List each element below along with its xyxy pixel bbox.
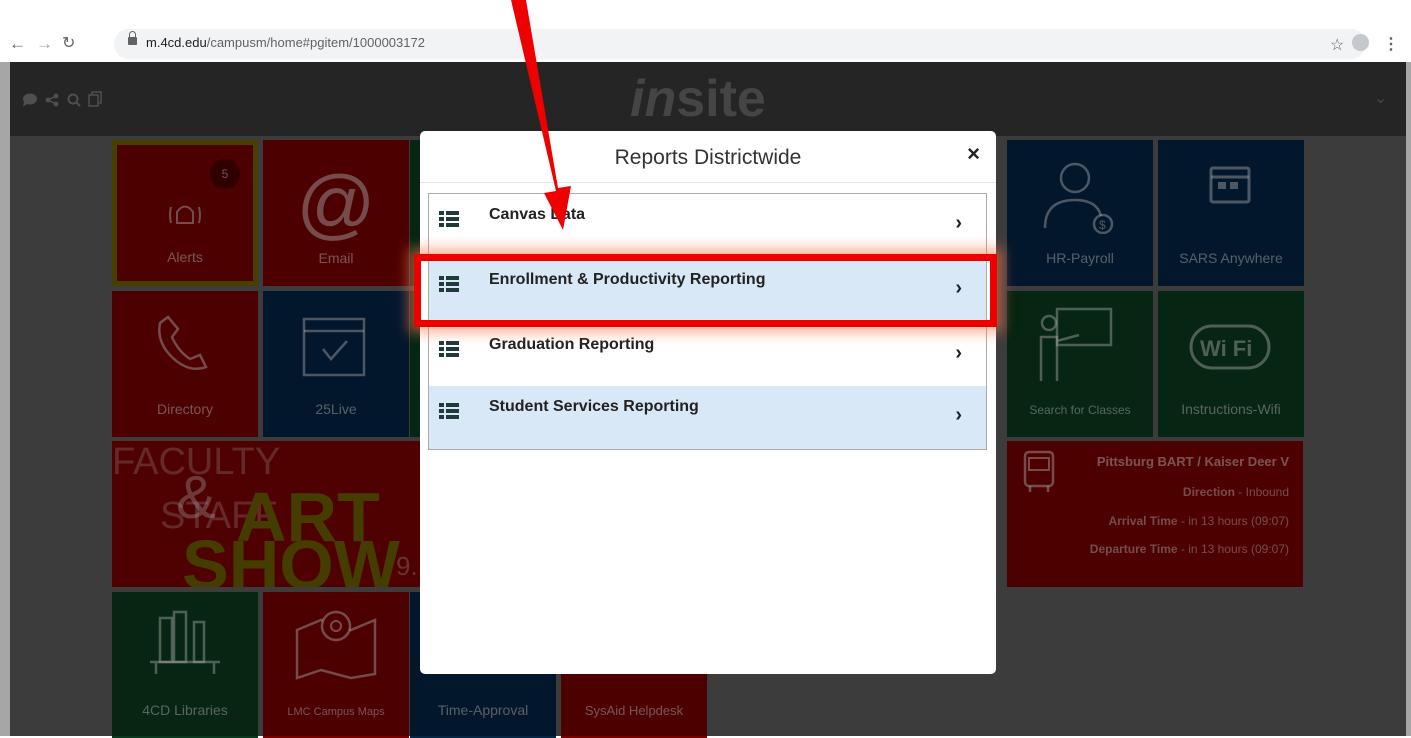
report-item-label: Student Services Reporting (489, 398, 699, 415)
forward-icon[interactable]: → (36, 33, 53, 55)
url-domain: m.4cd.edu (146, 35, 207, 50)
report-item-label: Canvas Data (489, 206, 586, 223)
url-path: /campusm/home#pgitem/1000003172 (206, 35, 425, 50)
reports-modal: Reports Districtwide × Canvas Data › Enr… (420, 131, 996, 674)
browser-menu-icon[interactable]: ⋮ (1383, 34, 1399, 54)
reload-icon[interactable]: ↻ (62, 33, 75, 55)
bookmark-star-icon[interactable]: ☆ (1330, 35, 1344, 55)
report-item-student-services[interactable]: Student Services Reporting › (429, 386, 986, 449)
chevron-right-icon: › (955, 342, 962, 364)
report-item-graduation[interactable]: Graduation Reporting › (429, 324, 986, 388)
list-icon (439, 211, 459, 227)
highlight-box (414, 254, 997, 327)
lock-icon[interactable] (128, 31, 137, 45)
report-item-canvas-data[interactable]: Canvas Data › (429, 194, 986, 258)
close-icon[interactable]: × (967, 141, 980, 167)
url-text[interactable]: m.4cd.edu/campusm/home#pgitem/1000003172 (146, 34, 425, 52)
browser-toolbar: ← → ↻ m.4cd.edu/campusm/home#pgitem/1000… (0, 0, 1411, 62)
modal-title: Reports Districtwide (614, 146, 802, 169)
profile-avatar-icon[interactable] (1352, 34, 1369, 51)
back-icon[interactable]: ← (9, 33, 26, 55)
chevron-right-icon: › (955, 212, 962, 234)
modal-divider (420, 182, 996, 183)
list-icon (439, 403, 459, 419)
list-icon (439, 341, 459, 357)
report-item-label: Graduation Reporting (489, 336, 655, 353)
chevron-right-icon: › (955, 404, 962, 426)
